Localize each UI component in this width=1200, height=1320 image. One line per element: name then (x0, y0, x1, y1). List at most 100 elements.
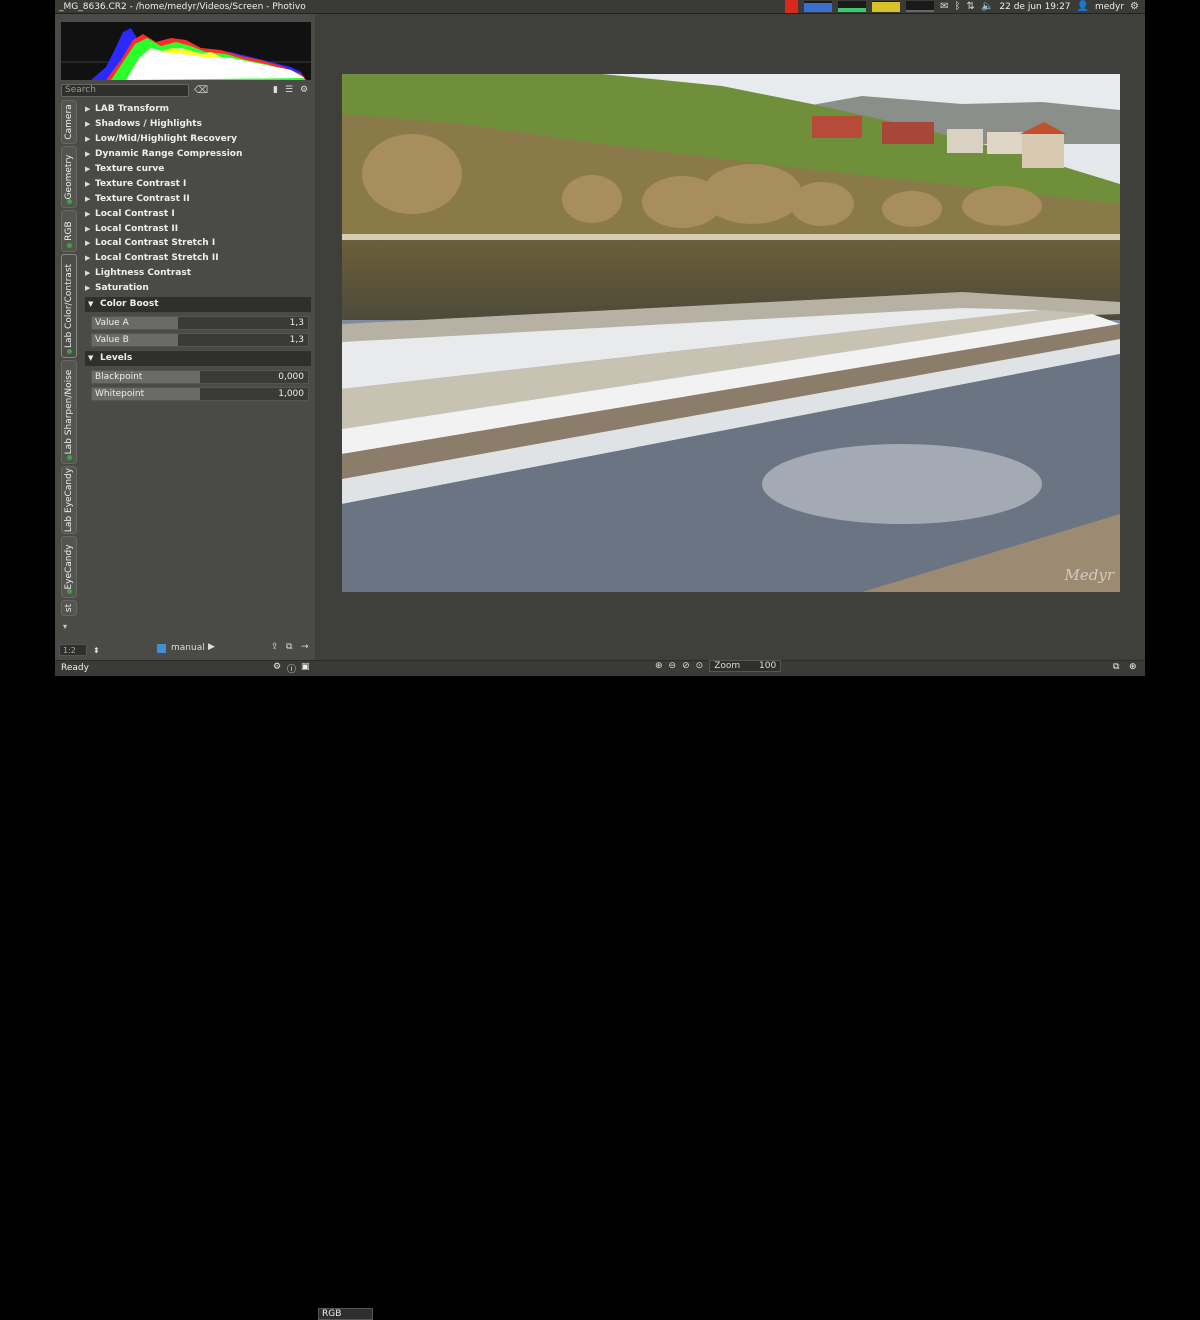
zoom-100-icon[interactable]: ⊙ (696, 661, 704, 671)
filter-label: Saturation (95, 283, 149, 294)
date-time[interactable]: 22 de jun 19:27 (999, 2, 1070, 12)
scroll-down-icon[interactable]: ▾ (63, 622, 67, 631)
play-icon[interactable]: ▶ (208, 642, 215, 652)
filter-levels[interactable]: ▼ Levels (85, 350, 311, 366)
whitepoint-slider[interactable]: Whitepoint 1,000 (91, 386, 309, 401)
export-icon[interactable]: ⇪ (271, 642, 279, 652)
channel-select[interactable]: RGB (318, 1308, 373, 1320)
active-dot-icon (67, 349, 72, 354)
settings-icon[interactable]: ⚙ (300, 85, 308, 95)
active-dot-icon (67, 455, 72, 460)
left-panel: Search ⌫ ▮ ☰ ⚙ Camera Geometry RGB Lab C… (55, 14, 315, 661)
tab-lab-eyecandy[interactable]: Lab EyeCandy (61, 466, 77, 534)
target-icon[interactable]: ⊕ (1129, 662, 1137, 672)
photo-canvas[interactable]: Medyr (342, 74, 1120, 592)
menu-icon[interactable]: ☰ (285, 85, 293, 95)
filter-texture-curve[interactable]: ▶ Texture curve (85, 162, 311, 177)
value-b-slider[interactable]: Value B 1,3 (91, 332, 309, 347)
watermark: Medyr (1064, 566, 1114, 584)
filter-label: Local Contrast Stretch I (95, 238, 216, 249)
spin-arrows-icon[interactable]: ⬍ (93, 646, 100, 655)
filter-local-contrast-2[interactable]: ▶ Local Contrast II (85, 221, 311, 236)
expand-arrow-icon: ▶ (85, 284, 91, 293)
copy-icon[interactable]: ⧉ (286, 642, 292, 652)
filter-color-boost[interactable]: ▼ Color Boost (85, 296, 311, 312)
tab-label: RGB (64, 221, 74, 241)
slider-value: 1,3 (289, 334, 304, 345)
info-icon[interactable]: ⓘ (287, 662, 296, 675)
tab-geometry[interactable]: Geometry (61, 146, 77, 208)
filter-texture-contrast-1[interactable]: ▶ Texture Contrast I (85, 176, 311, 191)
network-meter-icon (906, 1, 935, 12)
slider-value: 1,3 (289, 317, 304, 328)
collapse-arrow-icon: ▼ (88, 354, 94, 363)
filter-lightness-contrast[interactable]: ▶ Lightness Contrast (85, 266, 311, 281)
filter-local-contrast-stretch-1[interactable]: ▶ Local Contrast Stretch I (85, 236, 311, 251)
mode-label[interactable]: manual (171, 643, 205, 653)
filter-label: Lightness Contrast (95, 268, 191, 279)
photivo-window: Search ⌫ ▮ ☰ ⚙ Camera Geometry RGB Lab C… (55, 14, 1145, 1320)
bookmark-icon[interactable]: ▮ (273, 85, 278, 95)
filter-lab-transform[interactable]: ▶ LAB Transform (85, 102, 311, 117)
tab-label: Lab Sharpen/Noise (64, 369, 74, 455)
filter-label: Shadows / Highlights (95, 119, 202, 130)
record-icon[interactable] (785, 0, 799, 13)
gear-icon[interactable]: ⚙ (273, 662, 281, 672)
active-dot-icon (67, 243, 72, 248)
zoom-fit-icon[interactable]: ⊘ (682, 661, 690, 671)
expand-arrow-icon: ▶ (85, 209, 91, 218)
slider-value: 0,000 (278, 371, 304, 382)
image-view[interactable]: Medyr (315, 14, 1145, 660)
network-icon[interactable]: ⇅ (967, 1, 975, 12)
mail-icon[interactable]: ✉ (940, 1, 948, 12)
filter-label: Local Contrast II (95, 223, 179, 234)
tab-more[interactable]: st (61, 600, 77, 616)
mode-color-icon (157, 644, 166, 653)
tab-lab-color-contrast[interactable]: Lab Color/Contrast (61, 254, 77, 358)
arrow-right-icon[interactable]: → (301, 642, 309, 652)
filter-list: ▶ LAB Transform ▶ Shadows / Highlights ▶ Lo… (85, 102, 311, 401)
disk-meter-icon (872, 1, 901, 12)
tab-rgb[interactable]: RGB (61, 210, 77, 252)
zoom-select[interactable]: 1:2 (59, 644, 87, 656)
filter-texture-contrast-2[interactable]: ▶ Texture Contrast II (85, 191, 311, 206)
expand-arrow-icon: ▶ (85, 150, 91, 159)
tab-eyecandy[interactable]: EyeCandy (61, 536, 77, 598)
filter-label: Local Contrast Stretch II (95, 253, 219, 264)
tab-camera[interactable]: Camera (61, 100, 77, 144)
zoom-out-icon[interactable]: ⊖ (669, 661, 677, 671)
blackpoint-slider[interactable]: Blackpoint 0,000 (91, 369, 309, 384)
filter-shadows-highlights[interactable]: ▶ Shadows / Highlights (85, 117, 311, 132)
expand-arrow-icon: ▶ (85, 224, 91, 233)
bluetooth-icon[interactable]: ᛒ (955, 1, 961, 12)
tab-label: Geometry (64, 154, 74, 200)
gear-icon[interactable]: ⚙ (1130, 1, 1139, 12)
filter-recovery[interactable]: ▶ Low/Mid/Highlight Recovery (85, 132, 311, 147)
slider-label: Value A (95, 317, 129, 328)
filter-label: Texture Contrast I (95, 178, 187, 189)
filter-saturation[interactable]: ▶ Saturation (85, 281, 311, 296)
zoom-value: 100 (759, 661, 777, 671)
value-a-slider[interactable]: Value A 1,3 (91, 315, 309, 330)
tab-lab-sharpen-noise[interactable]: Lab Sharpen/Noise (61, 360, 77, 464)
expand-arrow-icon: ▶ (85, 179, 91, 188)
filter-drc[interactable]: ▶ Dynamic Range Compression (85, 147, 311, 162)
tab-label: Lab Color/Contrast (64, 263, 74, 349)
zoom-in-icon[interactable]: ⊕ (655, 661, 663, 671)
fit-view-icon[interactable]: ⧉ (1113, 662, 1119, 672)
landscape-photo (342, 74, 1120, 592)
collapse-arrow-icon: ▼ (88, 300, 94, 309)
filter-local-contrast-stretch-2[interactable]: ▶ Local Contrast Stretch II (85, 251, 311, 266)
section-title: Levels (100, 353, 133, 364)
image-icon[interactable]: ▣ (301, 662, 310, 672)
system-tray: ✉ ᛒ ⇅ 🔈 22 de jun 19:27 👤 medyr ⚙ (785, 0, 1145, 13)
zoom-field[interactable]: Zoom 100 (709, 660, 782, 672)
search-input[interactable]: Search (61, 84, 189, 97)
clear-search-icon[interactable]: ⌫ (194, 85, 208, 96)
filter-local-contrast-1[interactable]: ▶ Local Contrast I (85, 206, 311, 221)
slider-label: Value B (95, 334, 129, 345)
tab-label: EyeCandy (64, 544, 74, 590)
title-bar: _MG_8636.CR2 - /home/medyr/Videos/Screen… (55, 0, 1145, 14)
user-name[interactable]: medyr (1095, 2, 1124, 12)
volume-icon[interactable]: 🔈 (981, 1, 993, 12)
